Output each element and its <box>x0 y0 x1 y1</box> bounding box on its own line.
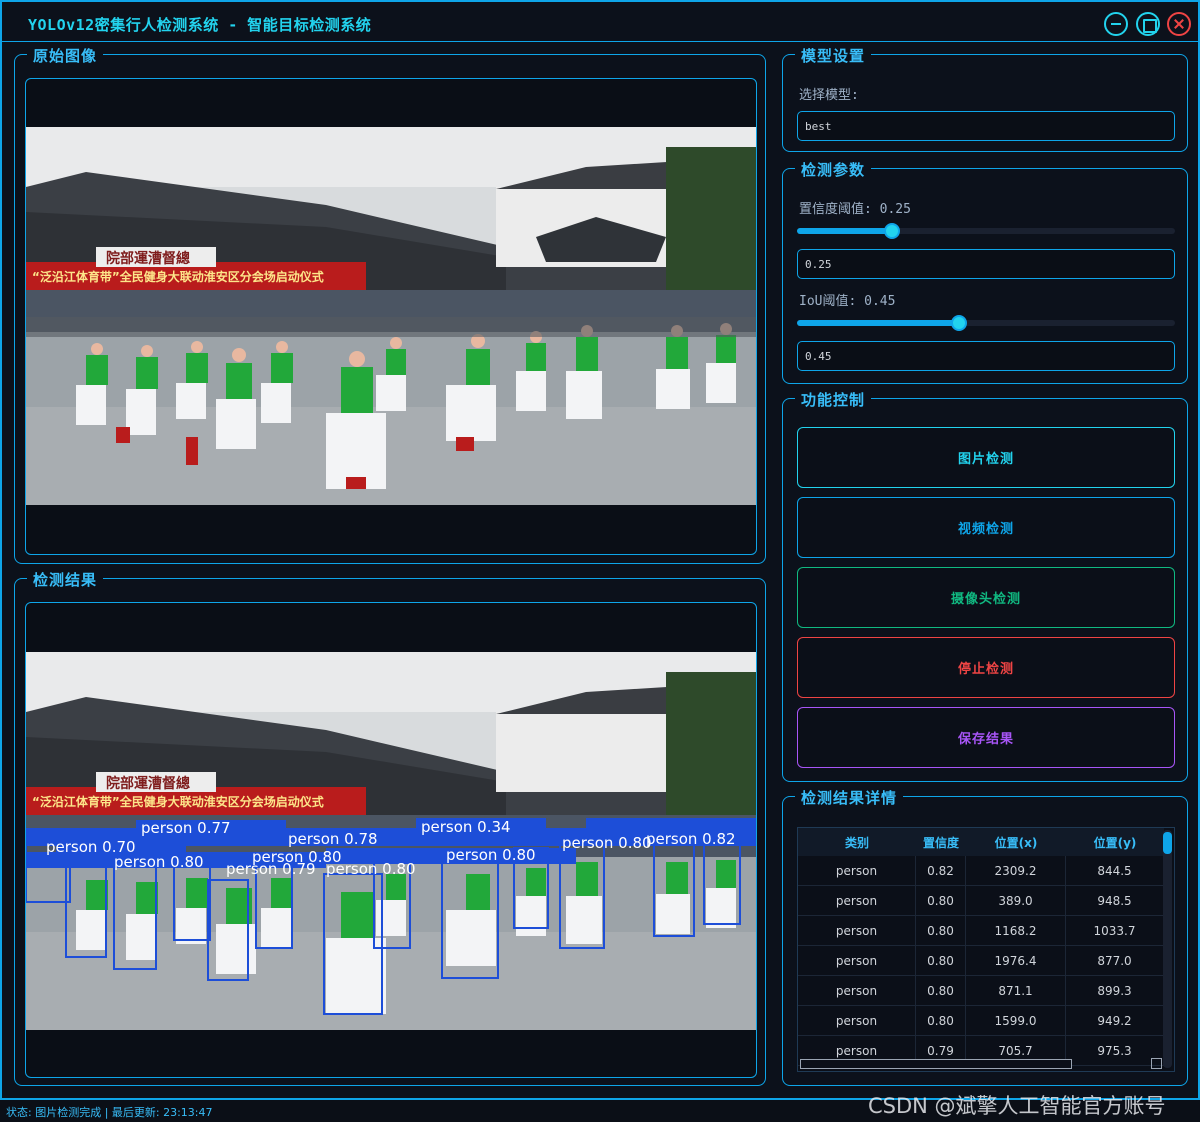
table-row[interactable]: person 0.80 1168.2 1033.7 <box>798 916 1164 946</box>
detection-params-title: 检测参数 <box>795 159 872 180</box>
vertical-scrollbar[interactable] <box>1163 830 1172 1068</box>
close-icon[interactable] <box>1167 12 1191 36</box>
stop-detect-button[interactable]: 停止检测 <box>797 637 1175 698</box>
detection-details-panel: 检测结果详情 类别 置信度 位置(x) 位置(y) person 0.82 2309… <box>782 787 1188 1086</box>
table-cell: 0.80 <box>916 946 966 975</box>
table-cell: 871.1 <box>966 976 1066 1005</box>
iou-input[interactable]: 0.45 <box>797 341 1175 371</box>
table-header: 类别 置信度 位置(x) 位置(y) <box>798 828 1164 856</box>
table-row[interactable]: person 0.80 1599.0 949.2 <box>798 1006 1164 1036</box>
svg-text:person 0.78: person 0.78 <box>288 830 378 848</box>
svg-text:“泛沿江体育带”全民健身大联动淮安区分会场启动仪式: “泛沿江体育带”全民健身大联动淮安区分会场启动仪式 <box>32 794 324 809</box>
original-image-title: 原始图像 <box>27 45 104 66</box>
model-settings-title: 模型设置 <box>795 45 872 66</box>
detection-table[interactable]: 类别 置信度 位置(x) 位置(y) person 0.82 2309.2 844.5… <box>797 827 1175 1072</box>
table-cell: 844.5 <box>1066 856 1164 885</box>
minimize-icon[interactable] <box>1104 12 1128 36</box>
original-image-frame: 院部運漕督總 “泛沿江体育带”全民健身大联动淮安区分会场启动仪式 <box>25 78 757 555</box>
column-header-y[interactable]: 位置(y) <box>1066 828 1164 856</box>
table-cell: 899.3 <box>1066 976 1164 1005</box>
table-cell: 1033.7 <box>1066 916 1164 945</box>
vertical-scrollbar-thumb[interactable] <box>1163 832 1172 854</box>
table-cell: 877.0 <box>1066 946 1164 975</box>
function-control-title: 功能控制 <box>795 389 872 410</box>
table-cell: person <box>798 1006 916 1035</box>
result-image: 院部運漕督總 “泛沿江体育带”全民健身大联动淮安区分会场启动仪式 person … <box>26 652 756 1030</box>
watermark: CSDN @斌擎人工智能官方账号 <box>868 1094 1166 1118</box>
table-cell: 949.2 <box>1066 1006 1164 1035</box>
table-cell: person <box>798 916 916 945</box>
table-body: person 0.82 2309.2 844.5 person 0.80 389.0 948.… <box>798 856 1164 1066</box>
confidence-input[interactable]: 0.25 <box>797 249 1175 279</box>
svg-text:院部運漕督總: 院部運漕督總 <box>106 250 190 267</box>
window-title: YOLOv12密集行人检测系统 - 智能目标检测系统 <box>28 16 372 34</box>
table-cell: 0.80 <box>916 976 966 1005</box>
iou-slider-handle[interactable] <box>951 315 967 331</box>
confidence-slider-fill <box>797 228 892 234</box>
iou-slider[interactable] <box>797 315 1175 331</box>
camera-detect-button[interactable]: 摄像头检测 <box>797 567 1175 628</box>
confidence-threshold-label: 置信度阈值: 0.25 <box>799 202 911 217</box>
table-cell: 0.80 <box>916 916 966 945</box>
svg-text:person 0.70: person 0.70 <box>46 838 136 856</box>
detection-params-panel: 检测参数 置信度阈值: 0.25 0.25 IoU阈值: 0.45 0.45 <box>782 159 1188 384</box>
function-control-panel: 功能控制 图片检测 视频检测 摄像头检测 停止检测 保存结果 <box>782 389 1188 782</box>
table-row[interactable]: person 0.80 1976.4 877.0 <box>798 946 1164 976</box>
column-header-confidence[interactable]: 置信度 <box>916 828 966 856</box>
confidence-slider[interactable] <box>797 223 1175 239</box>
detection-result-panel: 检测结果 院部運漕督總 “泛沿江体育带”全民健身大联动淮安区分会场启动仪式 pe… <box>14 569 766 1086</box>
svg-text:person 0.80: person 0.80 <box>562 834 652 852</box>
svg-text:person 0.80: person 0.80 <box>326 860 416 878</box>
table-cell: 1599.0 <box>966 1006 1066 1035</box>
maximize-icon[interactable] <box>1136 12 1160 36</box>
detection-details-title: 检测结果详情 <box>795 787 904 808</box>
table-cell: person <box>798 976 916 1005</box>
table-row[interactable]: person 0.80 871.1 899.3 <box>798 976 1164 1006</box>
horizontal-scrollbar[interactable] <box>800 1059 1072 1069</box>
model-settings-panel: 模型设置 选择模型: best <box>782 45 1188 152</box>
table-cell: person <box>798 856 916 885</box>
table-cell: 1976.4 <box>966 946 1066 975</box>
table-cell: 948.5 <box>1066 886 1164 915</box>
svg-text:person 0.34: person 0.34 <box>421 818 511 836</box>
table-cell: 389.0 <box>966 886 1066 915</box>
table-row[interactable]: person 0.82 2309.2 844.5 <box>798 856 1164 886</box>
status-bar: 状态: 图片检测完成 | 最后更新: 23:13:47 <box>6 1106 213 1119</box>
table-cell: 0.80 <box>916 886 966 915</box>
original-image-panel: 原始图像 院部運漕督總 “泛沿江体育带”全民健身大联动淮安区分会场启动仪式 <box>14 45 766 564</box>
model-select[interactable]: best <box>797 111 1175 141</box>
table-cell: person <box>798 886 916 915</box>
table-cell: 1168.2 <box>966 916 1066 945</box>
scrollbar-corner <box>1151 1058 1162 1069</box>
svg-text:person 0.79: person 0.79 <box>226 860 316 878</box>
iou-slider-fill <box>797 320 959 326</box>
image-detect-button[interactable]: 图片检测 <box>797 427 1175 488</box>
title-bar[interactable]: YOLOv12密集行人检测系统 - 智能目标检测系统 <box>2 2 1198 42</box>
save-results-button[interactable]: 保存结果 <box>797 707 1175 768</box>
confidence-slider-handle[interactable] <box>884 223 900 239</box>
svg-text:院部運漕督總: 院部運漕督總 <box>106 775 190 792</box>
table-row[interactable]: person 0.80 389.0 948.5 <box>798 886 1164 916</box>
svg-text:person 0.80: person 0.80 <box>446 846 536 864</box>
table-cell: person <box>798 946 916 975</box>
original-image: 院部運漕督總 “泛沿江体育带”全民健身大联动淮安区分会场启动仪式 <box>26 127 756 505</box>
detection-result-title: 检测结果 <box>27 569 104 590</box>
column-header-x[interactable]: 位置(x) <box>966 828 1066 856</box>
column-header-class[interactable]: 类别 <box>798 828 916 856</box>
result-image-frame: 院部運漕督總 “泛沿江体育带”全民健身大联动淮安区分会场启动仪式 person … <box>25 602 757 1078</box>
app-window: YOLOv12密集行人检测系统 - 智能目标检测系统 原始图像 院部運漕督總 “… <box>0 0 1200 1100</box>
video-detect-button[interactable]: 视频检测 <box>797 497 1175 558</box>
svg-text:person 0.77: person 0.77 <box>141 819 231 837</box>
table-cell: 0.80 <box>916 1006 966 1035</box>
table-cell: 0.82 <box>916 856 966 885</box>
svg-text:“泛沿江体育带”全民健身大联动淮安区分会场启动仪式: “泛沿江体育带”全民健身大联动淮安区分会场启动仪式 <box>32 269 324 284</box>
select-model-label: 选择模型: <box>799 88 859 103</box>
table-cell: 2309.2 <box>966 856 1066 885</box>
iou-threshold-label: IoU阈值: 0.45 <box>799 294 896 309</box>
svg-text:person 0.82: person 0.82 <box>646 830 736 848</box>
table-cell: 975.3 <box>1066 1036 1164 1065</box>
